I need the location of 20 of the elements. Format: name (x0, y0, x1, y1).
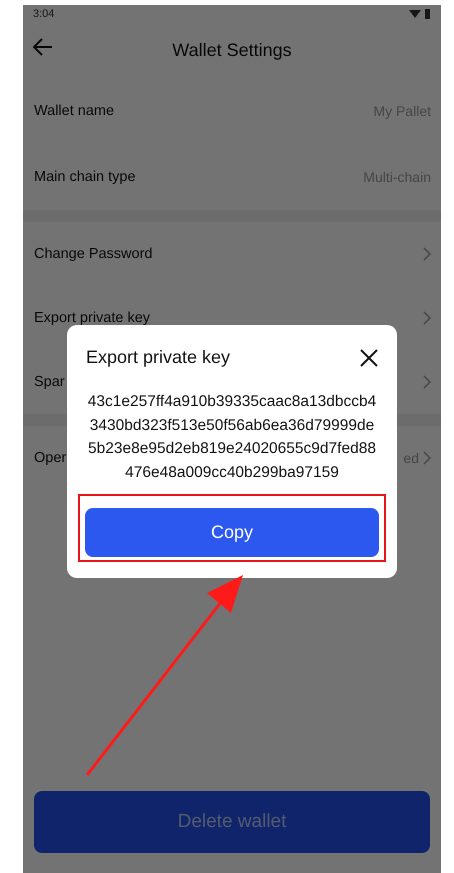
status-icons (409, 8, 431, 18)
private-key-text: 43c1e257ff4a910b39335caac8a13dbccb4 3430bd323f513e50f56ab6ea36d79999de 5b23e8e95d2eb819e24020655c9d7fed88 476e48a009cc40b299ba97159 (86, 392, 378, 482)
close-button[interactable] (360, 348, 378, 366)
row-label: Main chain type (34, 169, 136, 185)
row-label: Spar (34, 374, 65, 390)
row-label: Wallet name (34, 103, 114, 119)
chevron-right-icon (423, 451, 431, 465)
page-title: Wallet Settings (172, 40, 292, 60)
close-icon (360, 348, 378, 366)
row-label: Oper (34, 450, 66, 466)
row-label: Change Password (34, 246, 152, 262)
copy-button[interactable]: Copy (85, 508, 379, 557)
back-button[interactable] (33, 38, 53, 56)
chevron-right-icon (423, 375, 431, 389)
chevron-right-icon (423, 311, 431, 325)
dialog-title: Export private key (86, 347, 230, 368)
status-time: 3:04 (33, 8, 54, 20)
row-label: Export private key (34, 310, 150, 326)
chevron-right-icon (423, 247, 431, 261)
back-arrow-icon (33, 38, 53, 56)
